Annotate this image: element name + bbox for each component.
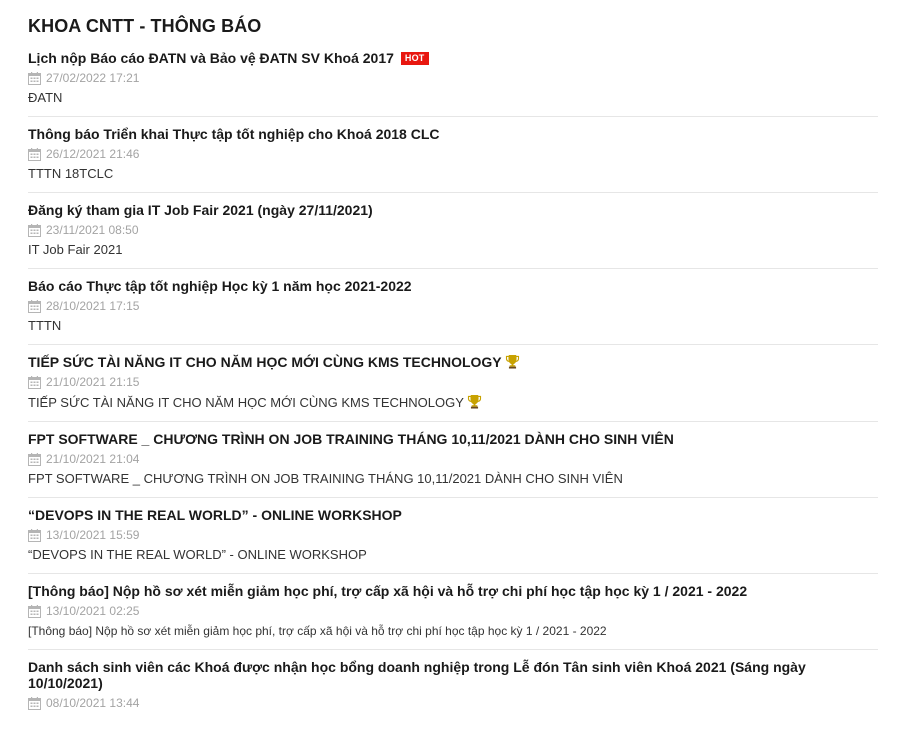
list-item: Đăng ký tham gia IT Job Fair 2021 (ngày … [28, 193, 878, 269]
trophy-icon [467, 394, 481, 409]
news-panel: KHOA CNTT - THÔNG BÁO Lịch nộp Báo cáo Đ… [0, 0, 899, 720]
news-meta: 21/10/2021 21:04 [28, 452, 878, 466]
calendar-icon [28, 528, 41, 542]
list-item: TIẾP SỨC TÀI NĂNG IT CHO NĂM HỌC MỚI CÙN… [28, 345, 878, 422]
news-title-row: [Thông báo] Nộp hồ sơ xét miễn giảm học … [28, 583, 878, 599]
news-title-link[interactable]: [Thông báo] Nộp hồ sơ xét miễn giảm học … [28, 583, 747, 599]
news-meta: 08/10/2021 13:44 [28, 696, 878, 710]
news-title-row: “DEVOPS IN THE REAL WORLD” - ONLINE WORK… [28, 507, 878, 523]
calendar-icon [28, 375, 41, 389]
news-title-row: Báo cáo Thực tập tốt nghiệp Học kỳ 1 năm… [28, 278, 878, 294]
news-date: 21/10/2021 21:15 [46, 375, 140, 389]
list-item: Báo cáo Thực tập tốt nghiệp Học kỳ 1 năm… [28, 269, 878, 345]
news-summary: ĐATN [28, 90, 63, 105]
calendar-icon [28, 696, 41, 710]
calendar-icon [28, 604, 41, 618]
news-summary: TIẾP SỨC TÀI NĂNG IT CHO NĂM HỌC MỚI CÙN… [28, 395, 464, 410]
news-meta: 28/10/2021 17:15 [28, 299, 878, 313]
calendar-icon [28, 452, 41, 466]
list-item: “DEVOPS IN THE REAL WORLD” - ONLINE WORK… [28, 498, 878, 574]
news-date: 27/02/2022 17:21 [46, 71, 140, 85]
news-title-link[interactable]: Báo cáo Thực tập tốt nghiệp Học kỳ 1 năm… [28, 278, 412, 294]
news-title-row: FPT SOFTWARE _ CHƯƠNG TRÌNH ON JOB TRAIN… [28, 431, 878, 447]
calendar-icon [28, 299, 41, 313]
news-title-row: TIẾP SỨC TÀI NĂNG IT CHO NĂM HỌC MỚI CÙN… [28, 354, 878, 370]
list-item: Lịch nộp Báo cáo ĐATN và Bảo vệ ĐATN SV … [28, 46, 878, 117]
calendar-icon [28, 71, 41, 85]
news-meta: 21/10/2021 21:15 [28, 375, 878, 389]
news-summary: [Thông báo] Nộp hồ sơ xét miễn giảm học … [28, 624, 607, 638]
news-title-link[interactable]: Đăng ký tham gia IT Job Fair 2021 (ngày … [28, 202, 373, 218]
news-list: Lịch nộp Báo cáo ĐATN và Bảo vệ ĐATN SV … [28, 46, 878, 720]
news-meta: 27/02/2022 17:21 [28, 71, 878, 85]
news-meta: 13/10/2021 02:25 [28, 604, 878, 618]
list-item: FPT SOFTWARE _ CHƯƠNG TRÌNH ON JOB TRAIN… [28, 422, 878, 498]
hot-badge: HOT [400, 52, 429, 65]
news-title-link[interactable]: Thông báo Triển khai Thực tập tốt nghiệp… [28, 126, 440, 142]
news-title-row: Đăng ký tham gia IT Job Fair 2021 (ngày … [28, 202, 878, 218]
trophy-icon [505, 354, 519, 369]
news-meta: 13/10/2021 15:59 [28, 528, 878, 542]
list-item: [Thông báo] Nộp hồ sơ xét miễn giảm học … [28, 574, 878, 650]
news-title-link[interactable]: Danh sách sinh viên các Khoá được nhận h… [28, 659, 806, 691]
news-date: 28/10/2021 17:15 [46, 299, 140, 313]
page-title: KHOA CNTT - THÔNG BÁO [28, 16, 262, 36]
news-date: 13/10/2021 02:25 [46, 604, 140, 618]
news-date: 13/10/2021 15:59 [46, 528, 140, 542]
news-date: 26/12/2021 21:46 [46, 147, 140, 161]
news-summary: TTTN 18TCLC [28, 166, 114, 181]
news-meta: 26/12/2021 21:46 [28, 147, 878, 161]
news-meta: 23/11/2021 08:50 [28, 223, 878, 237]
news-summary-row: TIẾP SỨC TÀI NĂNG IT CHO NĂM HỌC MỚI CÙN… [28, 394, 878, 411]
news-summary: “DEVOPS IN THE REAL WORLD” - ONLINE WORK… [28, 547, 367, 562]
news-title-link[interactable]: TIẾP SỨC TÀI NĂNG IT CHO NĂM HỌC MỚI CÙN… [28, 354, 502, 370]
list-item: Danh sách sinh viên các Khoá được nhận h… [28, 650, 878, 720]
news-date: 23/11/2021 08:50 [46, 223, 139, 237]
news-date: 08/10/2021 13:44 [46, 696, 140, 710]
calendar-icon [28, 223, 41, 237]
news-summary: IT Job Fair 2021 [28, 242, 123, 257]
news-title-row: Danh sách sinh viên các Khoá được nhận h… [28, 659, 878, 691]
news-title-link[interactable]: FPT SOFTWARE _ CHƯƠNG TRÌNH ON JOB TRAIN… [28, 431, 674, 447]
news-title-row: Lịch nộp Báo cáo ĐATN và Bảo vệ ĐATN SV … [28, 50, 878, 66]
news-title-link[interactable]: “DEVOPS IN THE REAL WORLD” - ONLINE WORK… [28, 507, 402, 523]
news-summary: FPT SOFTWARE _ CHƯƠNG TRÌNH ON JOB TRAIN… [28, 471, 623, 486]
news-summary: TTTN [28, 318, 62, 333]
news-date: 21/10/2021 21:04 [46, 452, 140, 466]
calendar-icon [28, 147, 41, 161]
list-item: Thông báo Triển khai Thực tập tốt nghiệp… [28, 117, 878, 193]
news-title-link[interactable]: Lịch nộp Báo cáo ĐATN và Bảo vệ ĐATN SV … [28, 50, 394, 66]
news-title-row: Thông báo Triển khai Thực tập tốt nghiệp… [28, 126, 878, 142]
